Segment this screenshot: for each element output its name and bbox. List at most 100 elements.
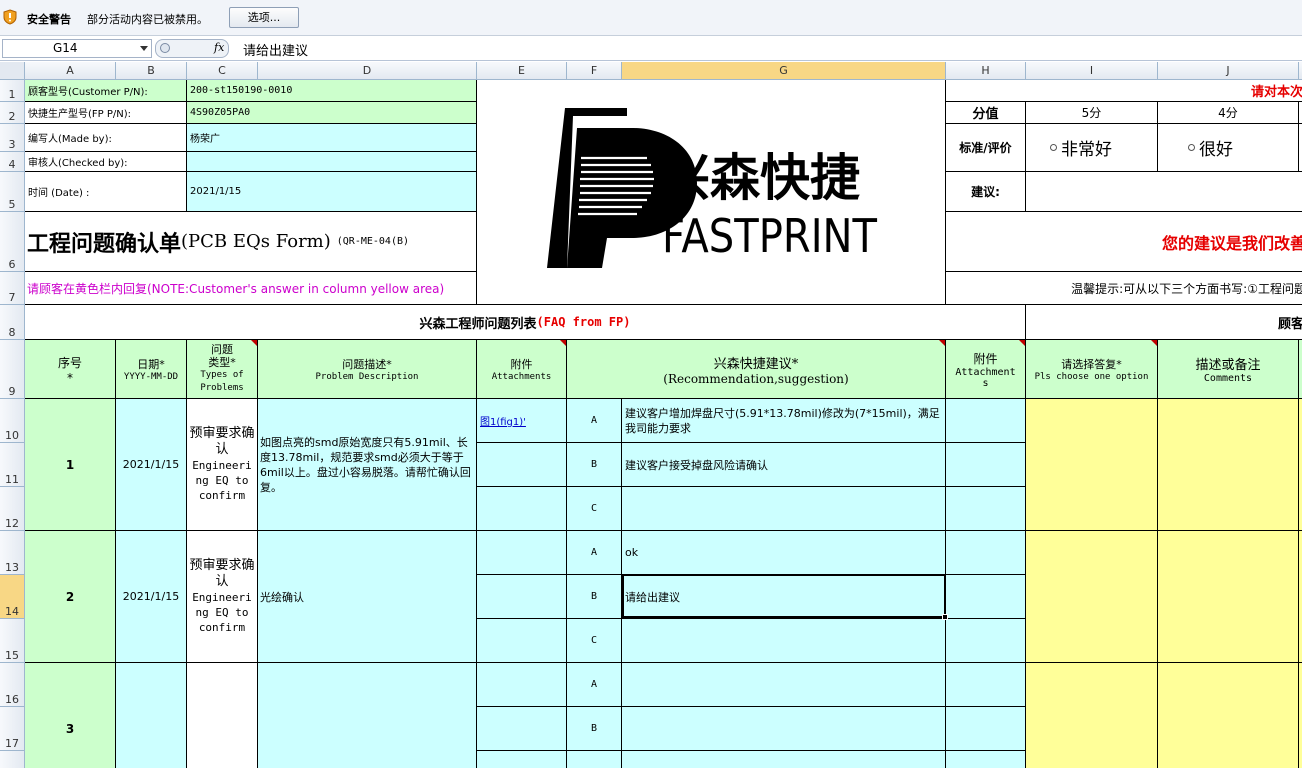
header-attach: 附件 Attachments <box>477 340 567 399</box>
col-header-i[interactable]: I <box>1026 62 1158 80</box>
col-header-b[interactable]: B <box>116 62 187 80</box>
item2-attach-a[interactable] <box>477 531 567 575</box>
row-header-8[interactable]: 8 <box>0 305 25 340</box>
item2-opt-c-text[interactable] <box>622 619 946 663</box>
row-header-18[interactable] <box>0 751 25 768</box>
row-header-17[interactable]: 17 <box>0 707 25 751</box>
row-header-11[interactable]: 11 <box>0 443 25 487</box>
row-header-7[interactable]: 7 <box>0 272 25 305</box>
item2-opt-a-text[interactable]: ok <box>622 531 946 575</box>
col-header-h[interactable]: H <box>946 62 1026 80</box>
item1-comments[interactable] <box>1158 399 1299 531</box>
item2-choose[interactable] <box>1026 531 1158 663</box>
radio-very-good[interactable]: 非常好 <box>1026 124 1158 172</box>
item3-opt-b-text[interactable] <box>622 707 946 751</box>
fp-pn-value[interactable]: 4S90Z05PA0 <box>187 102 477 124</box>
item1-choose[interactable] <box>1026 399 1158 531</box>
item3-attach2-c[interactable] <box>946 751 1026 768</box>
options-button[interactable]: 选项... <box>229 7 299 28</box>
made-by-value[interactable]: 杨荣广 <box>187 124 477 152</box>
col-header-g[interactable]: G <box>622 62 946 80</box>
item2-attach2-a[interactable] <box>946 531 1026 575</box>
select-all-corner[interactable] <box>0 62 25 80</box>
item2-attach-c[interactable] <box>477 619 567 663</box>
item3-attach-c[interactable] <box>477 751 567 768</box>
comment-indicator-icon[interactable] <box>560 340 566 346</box>
item3-comments[interactable] <box>1158 663 1299 768</box>
row-header-9[interactable]: 9 <box>0 340 25 399</box>
item3-type[interactable] <box>187 663 258 768</box>
name-box[interactable]: G14 <box>2 39 152 58</box>
item3-choose[interactable] <box>1026 663 1158 768</box>
item2-attach2-c[interactable] <box>946 619 1026 663</box>
col-header-a[interactable]: A <box>25 62 116 80</box>
row-header-1[interactable]: 1 <box>0 80 25 102</box>
checked-by-value[interactable] <box>187 152 477 172</box>
comment-indicator-icon[interactable] <box>251 340 257 346</box>
item3-attach2-b[interactable] <box>946 707 1026 751</box>
row-header-15[interactable]: 15 <box>0 619 25 663</box>
item1-type[interactable]: 预审要求确认 Engineering EQ to confirm <box>187 399 258 531</box>
row-header-10[interactable]: 10 <box>0 399 25 443</box>
suggest-input[interactable] <box>1026 172 1302 212</box>
col-header-c[interactable]: C <box>187 62 258 80</box>
item1-desc[interactable]: 如图点亮的smd原始宽度只有5.91mil、长度13.78mil，规范要求smd… <box>258 399 477 531</box>
comment-indicator-icon[interactable] <box>939 340 945 346</box>
cancel-circle-icon[interactable] <box>160 43 170 53</box>
item1-attach2-a[interactable] <box>946 399 1026 443</box>
item1-attach-b[interactable] <box>477 443 567 487</box>
fill-handle[interactable] <box>942 614 948 620</box>
item2-opt-c-letter: C <box>567 619 622 663</box>
col-header-e[interactable]: E <box>477 62 567 80</box>
row-header-6[interactable]: 6 <box>0 212 25 272</box>
customer-pn-value[interactable]: 200-st150190-0010 <box>187 80 477 102</box>
item1-opt-b-letter: B <box>567 443 622 487</box>
item2-attach-b[interactable] <box>477 575 567 619</box>
item2-date[interactable]: 2021/1/15 <box>116 531 187 663</box>
suggest-label: 建议: <box>946 172 1026 212</box>
col-header-d[interactable]: D <box>258 62 477 80</box>
row-header-3[interactable]: 3 <box>0 124 25 152</box>
row-header-13[interactable]: 13 <box>0 531 25 575</box>
item2-attach2-b[interactable] <box>946 575 1026 619</box>
item3-seq[interactable]: 3 <box>25 663 116 768</box>
item2-desc[interactable]: 光绘确认 <box>258 531 477 663</box>
row-header-5[interactable]: 5 <box>0 172 25 212</box>
item1-opt-c-text[interactable] <box>622 487 946 531</box>
item1-attach2-b[interactable] <box>946 443 1026 487</box>
row-header-2[interactable]: 2 <box>0 102 25 124</box>
comment-indicator-icon[interactable] <box>1019 340 1025 346</box>
col-header-f[interactable]: F <box>567 62 622 80</box>
item3-date[interactable] <box>116 663 187 768</box>
item1-attach2-c[interactable] <box>946 487 1026 531</box>
item2-comments[interactable] <box>1158 531 1299 663</box>
row-header-4[interactable]: 4 <box>0 152 25 172</box>
row-header-12[interactable]: 12 <box>0 487 25 531</box>
row-header-14[interactable]: 14 <box>0 575 25 619</box>
date-value[interactable]: 2021/1/15 <box>187 172 477 212</box>
radio-icon[interactable] <box>1050 144 1057 151</box>
comment-indicator-icon[interactable] <box>1151 340 1157 346</box>
item1-date[interactable]: 2021/1/15 <box>116 399 187 531</box>
item2-type[interactable]: 预审要求确认 Engineering EQ to confirm <box>187 531 258 663</box>
radio-good[interactable]: 很好 <box>1158 124 1299 172</box>
item3-opt-a-text[interactable] <box>622 663 946 707</box>
item3-attach-a[interactable] <box>477 663 567 707</box>
item1-opt-a-text[interactable]: 建议客户增加焊盘尺寸(5.91*13.78mil)修改为(7*15mil)，满足… <box>622 399 946 443</box>
row-header-16[interactable]: 16 <box>0 663 25 707</box>
item1-attachment-link[interactable]: 图1(fig1)' <box>477 399 567 443</box>
item1-seq[interactable]: 1 <box>25 399 116 531</box>
item3-attach-b[interactable] <box>477 707 567 751</box>
chevron-down-icon[interactable] <box>140 46 148 51</box>
item3-desc[interactable] <box>258 663 477 768</box>
col-header-j[interactable]: J <box>1158 62 1299 80</box>
item1-opt-b-text[interactable]: 建议客户接受掉盘风险请确认 <box>622 443 946 487</box>
radio-icon[interactable] <box>1188 144 1195 151</box>
formula-input[interactable]: 请给出建议 <box>243 40 308 59</box>
item1-attach-c[interactable] <box>477 487 567 531</box>
insert-function-icon[interactable]: fx <box>214 41 224 54</box>
item3-opt-a-letter: A <box>567 663 622 707</box>
item2-seq[interactable]: 2 <box>25 531 116 663</box>
item3-opt-c-text[interactable] <box>622 751 946 768</box>
item3-attach2-a[interactable] <box>946 663 1026 707</box>
